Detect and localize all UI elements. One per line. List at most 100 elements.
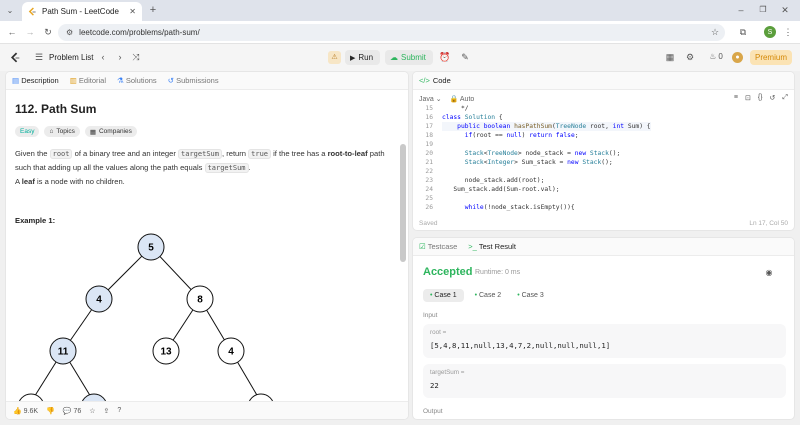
profile-avatar[interactable]: S xyxy=(764,26,776,38)
like-button[interactable]: 👍 9.6K xyxy=(13,407,38,415)
solutions-icon: ⚗ xyxy=(117,76,124,85)
auto-toggle[interactable]: 🔒 Auto xyxy=(450,95,475,103)
test-result-pane: ☑ Testcase >_ Test Result Accepted Runti… xyxy=(412,237,795,420)
tab-description[interactable]: ▤ Description xyxy=(12,76,59,85)
tab-solutions[interactable]: ⚗ Solutions xyxy=(117,76,157,85)
leetcode-logo-icon[interactable] xyxy=(10,52,21,64)
braces-icon[interactable]: {} xyxy=(758,94,763,102)
problem-tags: Easy ⌂ Topics ▦ Companies xyxy=(15,126,137,137)
favorite-star-icon[interactable]: ☆ xyxy=(89,407,95,415)
case-2-tab[interactable]: • Case 2 xyxy=(470,289,507,302)
line-number: 19 xyxy=(425,141,433,148)
new-tab-icon[interactable]: + xyxy=(147,4,159,16)
code-line: if(root == null) return false; xyxy=(464,132,579,139)
comments-button[interactable]: 💬 76 xyxy=(63,407,81,415)
site-settings-icon[interactable]: ⚙ xyxy=(66,28,73,37)
tab-testcase[interactable]: ☑ Testcase xyxy=(419,242,457,251)
shuffle-icon[interactable]: ⤨ xyxy=(131,52,141,62)
restore-icon[interactable]: ❐ xyxy=(757,4,769,16)
reload-icon[interactable]: ↻ xyxy=(42,26,54,38)
companies-chip[interactable]: ▦ Companies xyxy=(84,126,137,137)
help-icon[interactable]: ? xyxy=(117,407,121,414)
submit-button[interactable]: ☁ Submit xyxy=(385,50,433,65)
case-2-label: Case 2 xyxy=(479,292,502,299)
line-number: 26 xyxy=(425,204,433,211)
run-button[interactable]: ▶ Run xyxy=(345,50,380,65)
pass-dot-icon: • xyxy=(474,292,478,299)
address-bar-row: ← → ↻ ⚙ leetcode.com/problems/path-sum/ … xyxy=(0,21,800,44)
bookmark-icon[interactable]: ⊡ xyxy=(745,94,751,102)
tab-test-result[interactable]: >_ Test Result xyxy=(468,242,516,251)
accepted-status: Accepted xyxy=(423,266,473,278)
description-scrollbar[interactable] xyxy=(400,144,406,262)
code-true: true xyxy=(248,149,271,159)
code-line: Sum_stack.add(Sum-root.val); xyxy=(442,186,560,193)
auto-label: Auto xyxy=(459,96,475,103)
debug-icon[interactable]: ⚠ xyxy=(328,51,341,64)
layout-icon[interactable]: ▦ xyxy=(665,52,675,62)
notes-icon[interactable]: ✎ xyxy=(460,52,470,62)
case-1-tab[interactable]: • Case 1 xyxy=(423,289,464,302)
tree-node-label: 4 xyxy=(96,295,102,306)
back-icon[interactable]: ← xyxy=(6,26,18,38)
format-icon[interactable]: ≡ xyxy=(734,94,738,102)
statement-text: of a binary tree and an integer xyxy=(72,149,179,158)
browser-menu-icon[interactable]: ⋮ xyxy=(783,26,793,38)
statement-text: A xyxy=(15,177,22,186)
tab-submissions-label: Submissions xyxy=(176,76,219,85)
targetsum-value: 22 xyxy=(430,381,439,390)
companies-label: Companies xyxy=(98,128,132,135)
tab-editorial[interactable]: ▥ Editorial xyxy=(70,76,106,85)
problem-list-link[interactable]: Problem List xyxy=(49,53,93,62)
code-targetsum: targetSum xyxy=(178,149,222,159)
fullscreen-icon[interactable]: ⤢ xyxy=(782,94,788,102)
tab-search-icon[interactable]: ⌄ xyxy=(4,5,16,17)
minimize-icon[interactable]: – xyxy=(735,4,747,16)
code-line: public boolean hasPathSum(TreeNode root,… xyxy=(442,122,651,131)
terminal-icon: >_ xyxy=(468,242,477,251)
premium-button[interactable]: Premium xyxy=(750,50,792,65)
line-number: 15 xyxy=(425,105,433,112)
topics-chip[interactable]: ⌂ Topics xyxy=(44,126,80,137)
streak-counter[interactable]: ♨ 0 xyxy=(705,52,727,62)
targetsum-label: targetSum = xyxy=(430,369,465,376)
language-select[interactable]: Java ⌄ xyxy=(419,95,442,103)
tab-submissions[interactable]: ↺ Submissions xyxy=(168,76,219,85)
user-avatar[interactable]: ● xyxy=(732,52,743,63)
url-field[interactable]: ⚙ leetcode.com/problems/path-sum/ xyxy=(58,24,725,41)
thumbs-up-icon: 👍 xyxy=(13,407,22,415)
timer-icon[interactable]: ⏰ xyxy=(439,52,450,62)
case-3-tab[interactable]: • Case 3 xyxy=(512,289,549,302)
editor-toolbar-right: ≡ ⊡ {} ↺ ⤢ xyxy=(734,94,788,102)
prev-problem-icon[interactable]: ‹ xyxy=(98,52,108,62)
cursor-position: Ln 17, Col 50 xyxy=(749,220,788,227)
reset-icon[interactable]: ↺ xyxy=(770,94,776,102)
tree-node-label: 13 xyxy=(160,347,172,358)
extensions-icon[interactable]: ⧉ xyxy=(737,26,749,38)
description-icon: ▤ xyxy=(12,76,20,85)
problem-title: 112. Path Sum xyxy=(15,102,97,116)
code-editor[interactable]: 15 16 17 18 19 20 21 22 23 24 25 26 */ class Solutio… xyxy=(413,104,794,212)
line-number: 22 xyxy=(425,168,433,175)
next-problem-icon[interactable]: › xyxy=(115,52,125,62)
share-icon[interactable]: ⇪ xyxy=(104,407,110,415)
bookmark-star-icon[interactable]: ☆ xyxy=(709,26,721,38)
forward-icon[interactable]: → xyxy=(24,26,36,38)
eye-icon[interactable]: ◉ xyxy=(764,268,774,278)
url-text: leetcode.com/problems/path-sum/ xyxy=(79,28,200,37)
dislike-icon[interactable]: 👎 xyxy=(46,407,55,415)
code-line: Stack<TreeNode> node_stack = new Stack()… xyxy=(464,150,621,157)
likes-count: 9.6K xyxy=(23,407,39,415)
close-tab-icon[interactable]: ✕ xyxy=(129,7,136,16)
bold-leaf: leaf xyxy=(21,177,35,186)
root-value: [5,4,8,11,null,13,4,7,2,null,null,null,1… xyxy=(430,341,611,350)
settings-gear-icon[interactable]: ⚙ xyxy=(685,52,695,62)
code-pane-header: </> Code xyxy=(413,72,794,90)
browser-tab[interactable]: Path Sum - LeetCode ✕ xyxy=(22,2,142,21)
problem-list-icon[interactable]: ☰ xyxy=(34,52,44,62)
description-footer: 👍 9.6K 👎 💬 76 ☆ ⇪ ? xyxy=(6,401,408,419)
close-window-icon[interactable]: ✕ xyxy=(779,4,791,16)
tag-icon: ⌂ xyxy=(49,128,54,135)
saved-status: Saved xyxy=(419,220,438,227)
code-line: Stack<Integer> Sum_stack = new Stack(); xyxy=(464,159,613,166)
